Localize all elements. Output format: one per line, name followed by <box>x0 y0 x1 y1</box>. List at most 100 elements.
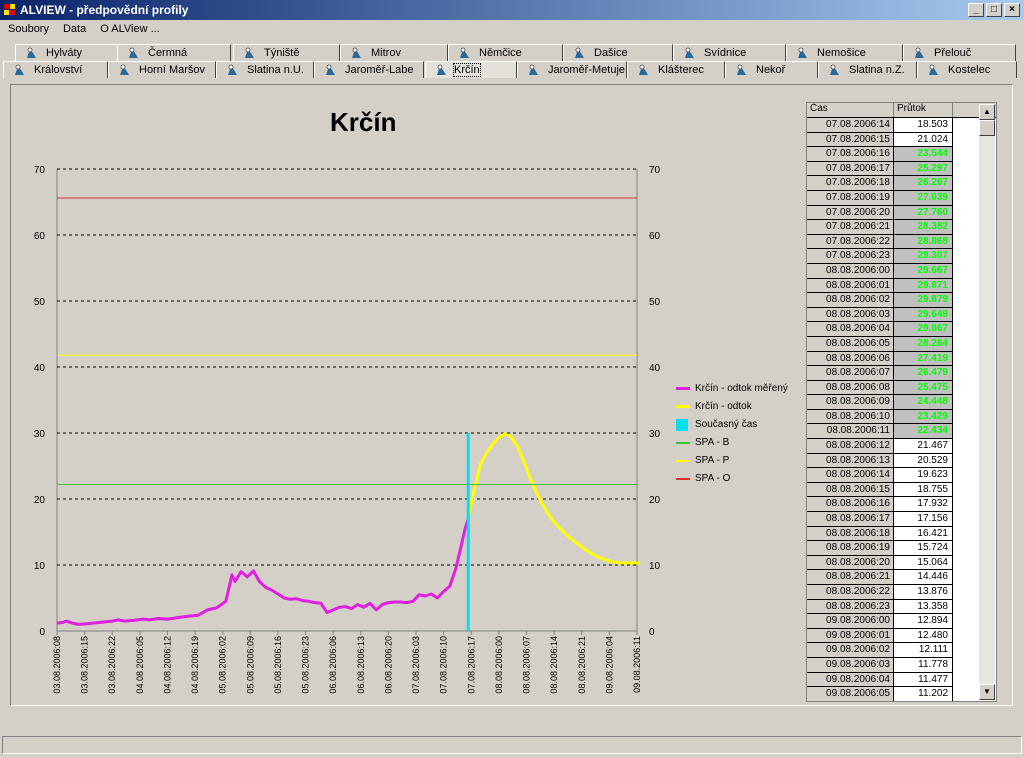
cell-flow: 29.879 <box>894 293 953 308</box>
scroll-up-icon[interactable]: ▲ <box>979 104 995 120</box>
minimize-button[interactable]: _ <box>968 3 984 17</box>
table-row[interactable]: 09.08.2006:03 11.778 <box>807 657 996 673</box>
table-row[interactable]: 08.08.2006:04 29.067 <box>807 322 996 337</box>
cell-time: 07.08.2006:22 <box>807 234 894 250</box>
cell-flow: 20.529 <box>894 453 953 469</box>
legend-label: SPA - P <box>695 455 730 466</box>
table-row[interactable]: 09.08.2006:04 11.477 <box>807 672 996 688</box>
cell-flow: 28.264 <box>894 336 953 352</box>
table-row[interactable]: 08.08.2006:20 15.064 <box>807 555 996 571</box>
cell-flow: 25.475 <box>894 380 953 396</box>
cell-time: 09.08.2006:01 <box>807 628 894 644</box>
table-row[interactable]: 07.08.2006:21 28.382 <box>807 220 996 235</box>
table-row[interactable]: 08.08.2006:05 28.264 <box>807 336 996 352</box>
table-row[interactable]: 08.08.2006:13 20.529 <box>807 453 996 469</box>
tab-kostelec[interactable]: Kostelec <box>917 61 1017 78</box>
column-header-flow[interactable]: Průtok <box>894 103 953 117</box>
station-icon <box>914 47 925 59</box>
cell-time: 07.08.2006:19 <box>807 190 894 206</box>
cell-flow: 22.434 <box>894 424 953 440</box>
station-icon <box>829 64 840 76</box>
table-row[interactable]: 08.08.2006:02 29.879 <box>807 293 996 308</box>
y-tick-label-right: 70 <box>649 165 661 176</box>
column-header-time[interactable]: Čas <box>807 103 894 117</box>
table-row[interactable]: 07.08.2006:17 25.297 <box>807 161 996 177</box>
table-row[interactable]: 07.08.2006:14 18.503 <box>807 118 996 133</box>
cell-time: 08.08.2006:08 <box>807 380 894 396</box>
cell-flow: 12.111 <box>894 643 953 658</box>
cell-flow: 18.755 <box>894 482 953 498</box>
cell-flow: 11.202 <box>894 687 953 701</box>
x-tick-label: 08.08.2006:00 <box>494 636 504 694</box>
x-tick-label: 05.08.2006:23 <box>301 636 311 694</box>
table-row[interactable]: 08.08.2006:06 27.419 <box>807 351 996 367</box>
x-tick-label: 07.08.2006:10 <box>439 636 449 694</box>
table-row[interactable]: 08.08.2006:07 26.479 <box>807 366 996 381</box>
table-row[interactable]: 07.08.2006:20 27.760 <box>807 205 996 221</box>
y-tick-label-right: 0 <box>649 627 655 638</box>
table-row[interactable]: 08.08.2006:21 14.446 <box>807 570 996 585</box>
x-tick-label: 07.08.2006:17 <box>466 636 476 694</box>
series-line-krcin-odtok <box>466 432 641 565</box>
table-row[interactable]: 08.08.2006:23 13.358 <box>807 599 996 615</box>
x-tick-label: 04.08.2006:12 <box>162 636 172 694</box>
cell-time: 09.08.2006:02 <box>807 643 894 658</box>
tab-slatina-n-z[interactable]: Slatina n.Z. <box>818 61 917 78</box>
cell-flow: 27.419 <box>894 351 953 367</box>
cell-time: 07.08.2006:15 <box>807 132 894 148</box>
cell-time: 08.08.2006:01 <box>807 278 894 294</box>
cell-time: 08.08.2006:15 <box>807 482 894 498</box>
close-button[interactable]: × <box>1004 3 1020 17</box>
x-tick-label: 03.08.2006:15 <box>80 636 90 694</box>
cell-flow: 23.429 <box>894 409 953 425</box>
tab-prelouc[interactable]: Přelouč <box>903 44 1016 61</box>
cell-time: 08.08.2006:09 <box>807 395 894 410</box>
cell-flow: 11.778 <box>894 657 953 673</box>
legend-label: SPA - O <box>695 473 731 484</box>
table-row[interactable]: 07.08.2006:16 23.544 <box>807 147 996 162</box>
vertical-scrollbar[interactable]: ▲ ▼ <box>979 104 995 700</box>
table-row[interactable]: 08.08.2006:01 29.871 <box>807 278 996 294</box>
table-row[interactable]: 08.08.2006:17 17.156 <box>807 512 996 527</box>
tab-label: Přelouč <box>934 47 972 59</box>
cell-flow: 29.067 <box>894 322 953 337</box>
table-row[interactable]: 08.08.2006:11 22.434 <box>807 424 996 440</box>
table-row[interactable]: 09.08.2006:02 12.111 <box>807 643 996 658</box>
table-row[interactable]: 09.08.2006:01 12.480 <box>807 628 996 644</box>
cell-time: 08.08.2006:05 <box>807 336 894 352</box>
table-row[interactable]: 08.08.2006:14 19.623 <box>807 468 996 483</box>
table-row[interactable]: 08.08.2006:09 24.448 <box>807 395 996 410</box>
table-row[interactable]: 08.08.2006:19 15.724 <box>807 541 996 556</box>
table-row[interactable]: 08.08.2006:22 13.876 <box>807 585 996 600</box>
table-row[interactable]: 08.08.2006:16 17.932 <box>807 497 996 513</box>
cell-time: 07.08.2006:23 <box>807 249 894 264</box>
legend-swatch <box>676 387 690 390</box>
x-tick-label: 04.08.2006:19 <box>190 636 200 694</box>
table-row[interactable]: 08.08.2006:00 29.667 <box>807 263 996 279</box>
y-tick-label-right: 30 <box>649 429 661 440</box>
table-row[interactable]: 08.08.2006:18 16.421 <box>807 526 996 542</box>
legend-swatch <box>676 405 690 408</box>
table-row[interactable]: 09.08.2006:00 12.894 <box>807 614 996 629</box>
cell-flow: 29.307 <box>894 249 953 264</box>
table-row[interactable]: 07.08.2006:22 28.868 <box>807 234 996 250</box>
table-row[interactable]: 07.08.2006:18 26.267 <box>807 176 996 191</box>
scroll-down-icon[interactable]: ▼ <box>979 684 995 700</box>
tab-nemosice[interactable]: Nemošice <box>786 44 903 61</box>
x-tick-label: 03.08.2006:08 <box>52 636 62 694</box>
x-tick-label: 04.08.2006:05 <box>135 636 145 694</box>
table-row[interactable]: 07.08.2006:15 21.024 <box>807 132 996 148</box>
table-row[interactable]: 09.08.2006:05 11.202 <box>807 687 996 701</box>
table-row[interactable]: 08.08.2006:15 18.755 <box>807 482 996 498</box>
table-row[interactable]: 07.08.2006:19 27.039 <box>807 190 996 206</box>
cell-time: 08.08.2006:16 <box>807 497 894 513</box>
cell-time: 08.08.2006:06 <box>807 351 894 367</box>
table-row[interactable]: 08.08.2006:10 23.429 <box>807 409 996 425</box>
table-row[interactable]: 08.08.2006:08 25.475 <box>807 380 996 396</box>
cell-time: 09.08.2006:05 <box>807 687 894 701</box>
table-row[interactable]: 08.08.2006:03 29.649 <box>807 307 996 323</box>
table-row[interactable]: 08.08.2006:12 21.467 <box>807 439 996 454</box>
maximize-button[interactable]: □ <box>986 3 1002 17</box>
table-row[interactable]: 07.08.2006:23 29.307 <box>807 249 996 264</box>
scroll-thumb[interactable] <box>979 120 995 136</box>
